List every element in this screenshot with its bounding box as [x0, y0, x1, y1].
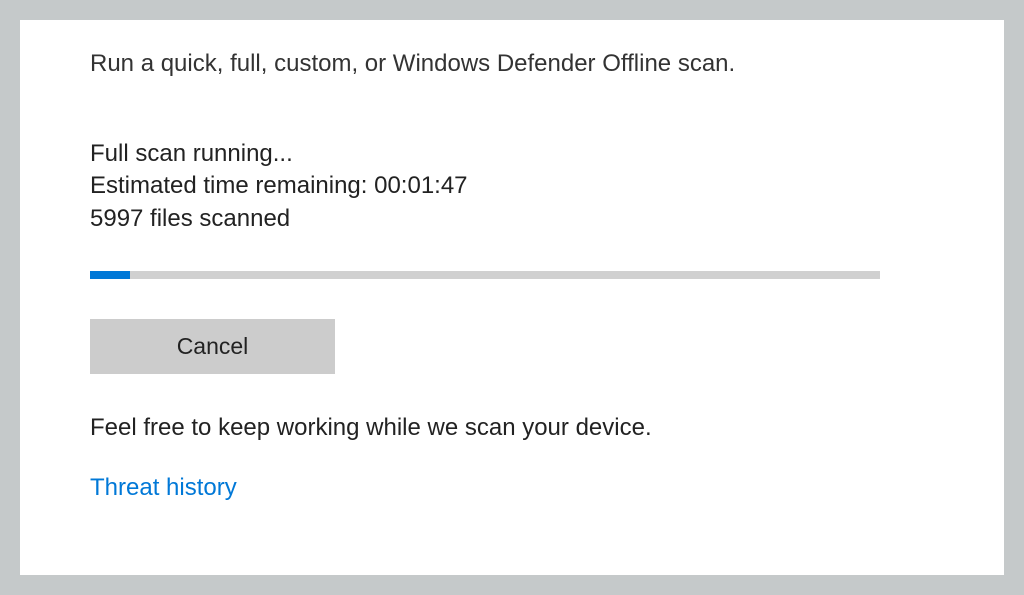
threat-history-link[interactable]: Threat history — [90, 474, 934, 502]
scan-files-count: 5997 — [90, 205, 143, 232]
scan-status-block: Full scan running... Estimated time rema… — [90, 138, 934, 235]
scan-description: Run a quick, full, custom, or Windows De… — [90, 50, 934, 78]
scan-info-message: Feel free to keep working while we scan … — [90, 414, 934, 442]
scan-eta-label: Estimated time remaining: — [90, 172, 374, 199]
scan-status-text: Full scan running... — [90, 138, 934, 170]
scan-eta-value: 00:01:47 — [374, 172, 467, 199]
scan-progress-bar — [90, 271, 880, 279]
scan-panel: Run a quick, full, custom, or Windows De… — [20, 20, 1004, 575]
scan-files-suffix: files scanned — [143, 205, 290, 232]
scan-eta: Estimated time remaining: 00:01:47 — [90, 170, 934, 202]
scan-progress-fill — [90, 271, 130, 279]
cancel-button[interactable]: Cancel — [90, 319, 335, 374]
scan-files-scanned: 5997 files scanned — [90, 203, 934, 235]
